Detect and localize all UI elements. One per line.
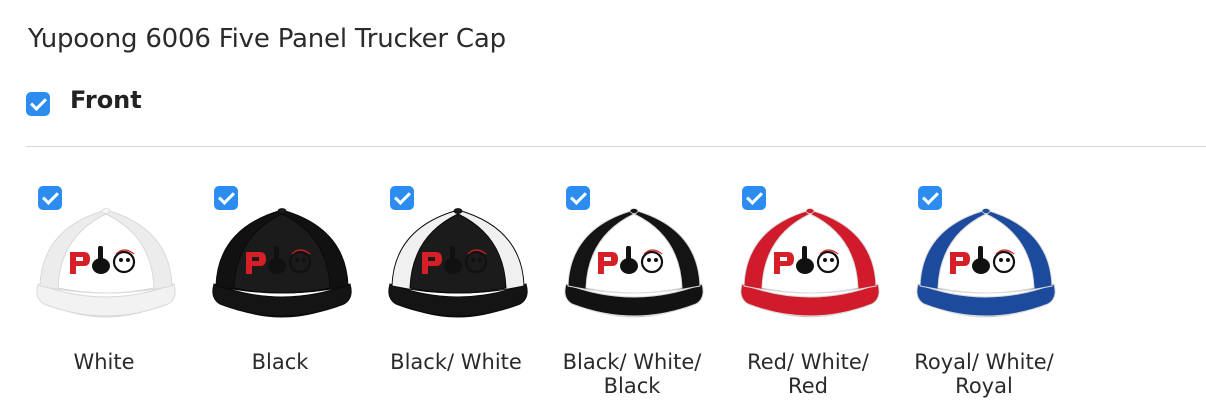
color-option-black-white-black[interactable]: Black/ White/ Black [554,170,730,410]
color-name: Red/ White/ Red [747,350,869,398]
logo-hand-finger [978,246,983,260]
color-option-royal-white-royal[interactable]: Royal/ White/ Royal [906,170,1082,410]
cap-button [805,208,815,214]
color-option-white[interactable]: White [26,170,202,410]
logo-face-eye [295,258,299,262]
logo-face-eye [654,258,658,262]
logo-face-eye [478,258,482,262]
color-name: Black [251,350,309,374]
logo-face-eye [126,258,130,262]
logo-hand-fist [972,258,990,274]
cap-button [277,208,287,214]
logo-letter-hole [428,257,435,261]
logo-hand-fist [268,258,286,274]
logo-letter-hole [956,257,963,261]
color-name: White [73,350,135,374]
logo-letter-hole [76,257,83,261]
logo-letter-hole [252,257,259,261]
color-checkbox[interactable] [918,186,942,210]
logo-hand-fist [620,258,638,274]
logo-letter-hole [604,257,611,261]
cap-button [101,208,111,214]
color-checkbox[interactable] [742,186,766,210]
logo-hand-finger [274,246,279,260]
logo-hand-fist [796,258,814,274]
cap-button [453,208,463,214]
logo-letter-hole [780,257,787,261]
color-checkbox[interactable] [390,186,414,210]
placement-label: Front [70,86,142,114]
color-option-black[interactable]: Black [202,170,378,410]
divider [26,146,1206,147]
placement-front[interactable]: Front [26,86,142,116]
logo-face-eye [471,258,475,262]
logo-hand-fist [92,258,110,274]
color-name: Black/ White [390,350,522,374]
color-checkbox[interactable] [38,186,62,210]
logo-face-eye [830,258,834,262]
logo-face-eye [302,258,306,262]
product-title: Yupoong 6006 Five Panel Trucker Cap [28,24,506,54]
logo-face-eye [647,258,651,262]
color-option-red-white-red[interactable]: Red/ White/ Red [730,170,906,410]
color-checkbox[interactable] [566,186,590,210]
logo-hand-finger [626,246,631,260]
logo-hand-finger [802,246,807,260]
logo-face-eye [999,258,1003,262]
logo-face-eye [1006,258,1010,262]
color-name: Black/ White/ Black [562,350,702,398]
cap-button [629,208,639,214]
front-checkbox[interactable] [26,92,50,116]
logo-face-eye [823,258,827,262]
logo-hand-finger [98,246,103,260]
logo-face-eye [119,258,123,262]
logo-hand-fist [444,258,462,274]
color-option-black-white[interactable]: Black/ White [378,170,554,410]
cap-button [981,208,991,214]
color-name: Royal/ White/ Royal [914,350,1054,398]
color-checkbox[interactable] [214,186,238,210]
logo-hand-finger [450,246,455,260]
